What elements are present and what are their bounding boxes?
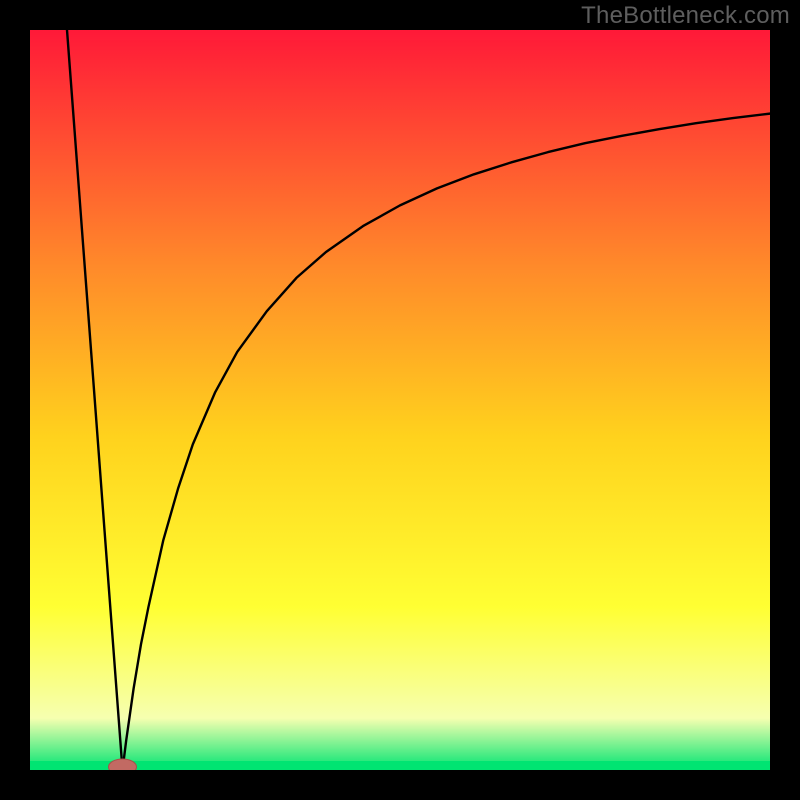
- watermark-text: TheBottleneck.com: [581, 2, 790, 30]
- green-baseline-strip: [30, 761, 770, 770]
- gradient-background: [30, 30, 770, 770]
- chart-svg: [30, 30, 770, 770]
- chart-frame: TheBottleneck.com: [0, 0, 800, 800]
- plot-area: [30, 30, 770, 770]
